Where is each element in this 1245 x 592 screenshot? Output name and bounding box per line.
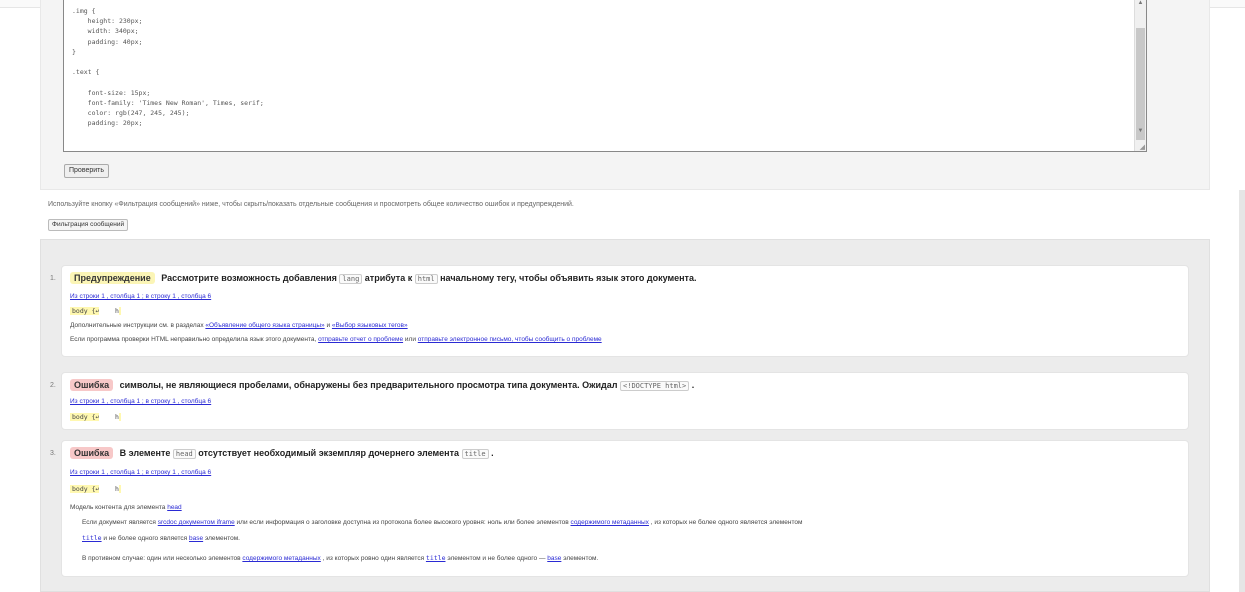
base-element-link[interactable]: base: [547, 555, 561, 562]
base-element-link[interactable]: base: [189, 535, 203, 542]
content-model-label: Модель контента для элемента head: [70, 504, 182, 511]
source-extract: body {↩ h: [70, 485, 121, 493]
message-number: 3.: [50, 450, 56, 457]
srcdoc-link[interactable]: srcdoc документом iframe: [158, 519, 235, 526]
location-link[interactable]: Из строки 1 , столбца 1 ; в строку 1 , с…: [70, 398, 211, 405]
email-link[interactable]: отправьте электронное письмо, чтобы сооб…: [418, 336, 602, 343]
check-button[interactable]: Проверить: [64, 164, 110, 178]
message-3: 3. Ошибка В элементе head отсутствует не…: [50, 440, 1189, 577]
message-heading: Ошибка символы, не являющиеся пробелами,…: [70, 379, 694, 391]
metadata-content-link[interactable]: содержимого метаданных: [571, 519, 649, 526]
report-link[interactable]: отправьте отчет о проблеме: [318, 336, 403, 343]
content-model-line-1: Если документ является srcdoc документом…: [82, 519, 803, 526]
title-element-link[interactable]: title: [426, 554, 446, 562]
code-chip: lang: [339, 274, 363, 284]
content-model-line-1b: title и не более одного является base эл…: [82, 534, 240, 542]
textarea-scrollbar[interactable]: ▲ ▼: [1134, 0, 1146, 151]
message-2: 2. Ошибка символы, не являющиеся пробела…: [50, 372, 1189, 430]
code-chip: head: [172, 449, 196, 459]
message-1: 1. Предупреждение Рассмотрите возможност…: [50, 265, 1189, 357]
info-line-2: Если программа проверки HTML неправильно…: [70, 336, 602, 343]
message-number: 1.: [50, 275, 56, 282]
content-model-line-2: В противном случае: один или несколько э…: [82, 554, 599, 562]
scroll-up-icon[interactable]: ▲: [1135, 0, 1146, 6]
warning-badge: Предупреждение: [70, 272, 155, 284]
head-element-link[interactable]: head: [167, 504, 181, 511]
scroll-down-icon[interactable]: ▼: [1135, 128, 1146, 134]
input-section: .img { height: 230px; width: 340px; padd…: [40, 0, 1210, 190]
source-extract: body {↩ h: [70, 413, 121, 421]
location-link[interactable]: Из строки 1 , столбца 1 ; в строку 1 , с…: [70, 293, 211, 300]
filter-hint: Используйте кнопку «Фильтрация сообщений…: [48, 201, 574, 208]
results-panel: 1. Предупреждение Рассмотрите возможност…: [40, 239, 1210, 592]
code-chip: html: [414, 274, 438, 284]
page-scroll-edge: [1239, 190, 1245, 592]
message-heading: Предупреждение Рассмотрите возможность д…: [70, 272, 696, 284]
message-number: 2.: [50, 382, 56, 389]
title-element-link[interactable]: title: [82, 534, 102, 542]
code-chip: title: [461, 449, 489, 459]
source-extract: body {↩ h: [70, 307, 121, 315]
scroll-thumb[interactable]: [1136, 28, 1145, 140]
error-badge: Ошибка: [70, 379, 114, 391]
css-code-textarea[interactable]: .img { height: 230px; width: 340px; padd…: [63, 0, 1147, 152]
code-chip: <!DOCTYPE html>: [620, 381, 690, 391]
filter-messages-button[interactable]: Фильтрация сообщений: [48, 219, 129, 231]
location-link[interactable]: Из строки 1 , столбца 1 ; в строку 1 , с…: [70, 469, 211, 476]
info-link[interactable]: «Выбор языковых тегов»: [332, 322, 408, 329]
metadata-content-link[interactable]: содержимого метаданных: [242, 555, 320, 562]
info-line-1: Дополнительные инструкции см. в разделах…: [70, 322, 408, 329]
code-text: .img { height: 230px; width: 340px; padd…: [72, 7, 264, 128]
error-badge: Ошибка: [70, 447, 114, 459]
resize-grip-icon[interactable]: ◢: [1140, 143, 1145, 151]
info-link[interactable]: «Объявление общего языка страницы»: [205, 322, 324, 329]
message-heading: Ошибка В элементе head отсутствует необх…: [70, 447, 494, 459]
